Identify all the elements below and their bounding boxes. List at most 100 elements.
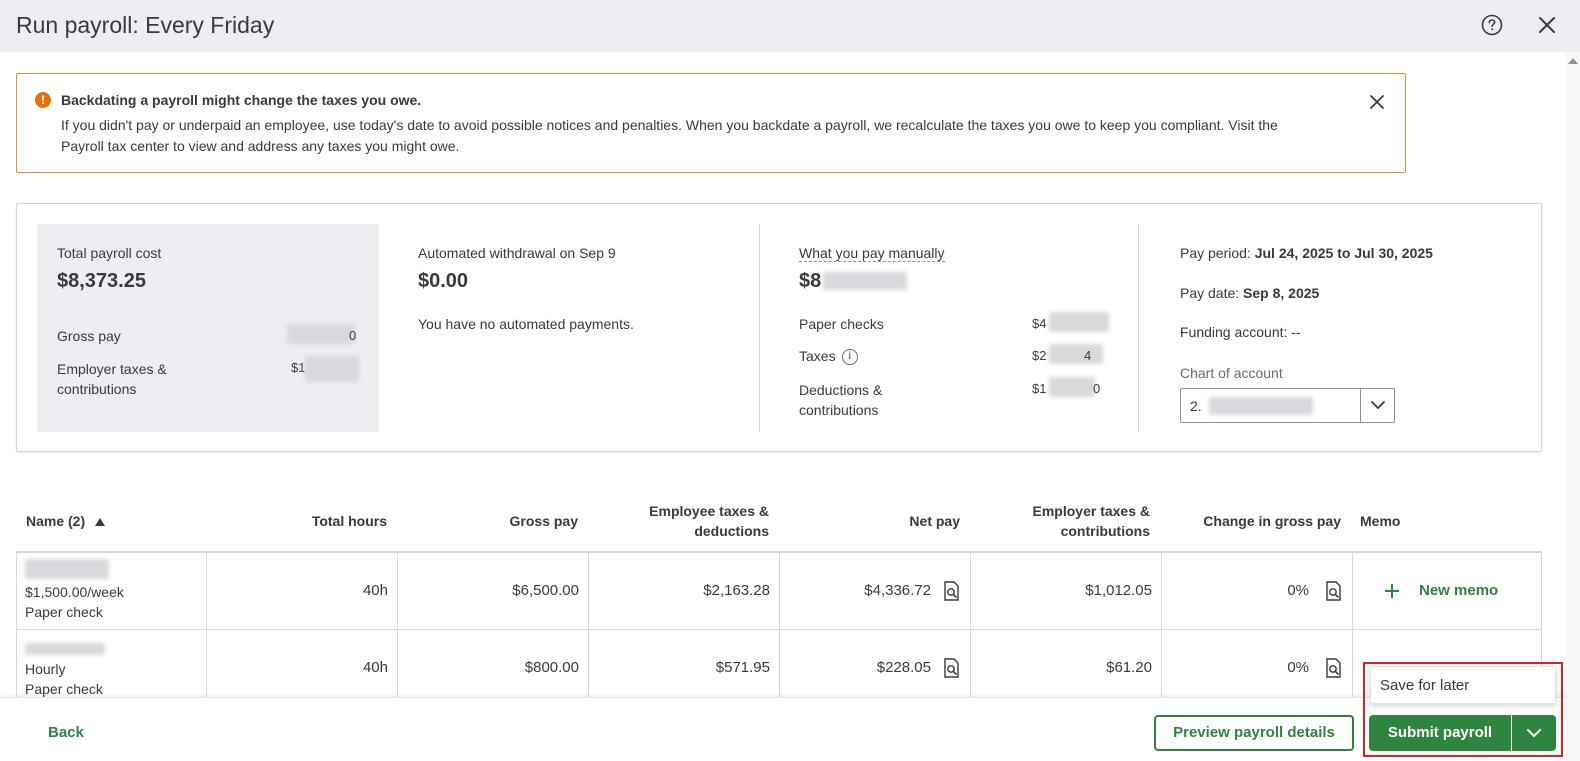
net-pay-value: $228.05: [876, 659, 931, 676]
memo-cell[interactable]: New memo: [1353, 553, 1542, 629]
redacted-value: [1049, 377, 1095, 397]
page-title: Run payroll: Every Friday: [16, 12, 275, 38]
warning-icon: !: [35, 92, 51, 108]
col-net-pay: Net pay: [909, 513, 960, 529]
gross-pay-label: Gross pay: [57, 328, 121, 344]
col-total-hours: Total hours: [311, 513, 387, 529]
taxes-value: $2: [1032, 348, 1047, 363]
employee-cell: $1,500.00/week Paper check: [17, 553, 207, 629]
paper-checks-label: Paper checks: [799, 316, 884, 332]
pay-method: Paper check: [25, 681, 103, 697]
col-memo: Memo: [1360, 513, 1401, 529]
col-employer-taxes: Employer taxes & contributions: [1033, 501, 1151, 541]
chevron-down-icon: [1371, 401, 1385, 410]
taxes-label: Taxes: [799, 348, 836, 364]
scrollbar[interactable]: [1566, 52, 1580, 761]
manual-pay-label[interactable]: What you pay manually: [799, 245, 945, 262]
close-icon[interactable]: [1535, 13, 1559, 37]
redacted-value: [287, 324, 355, 344]
divider: [1138, 224, 1139, 432]
redacted-name: [25, 559, 109, 579]
col-employee-taxes-line2: deductions: [694, 523, 769, 539]
table-row: Hourly Paper check 40h $800.00 $571.95 $…: [16, 630, 1542, 707]
view-details-icon[interactable]: [1324, 581, 1342, 601]
redacted-value: [1209, 397, 1313, 415]
redacted-value: [1049, 344, 1103, 364]
total-cost-label: Total payroll cost: [57, 245, 162, 261]
alert-title: Backdating a payroll might change the ta…: [61, 92, 422, 108]
taxes-value-tail: 4: [1084, 348, 1092, 363]
new-memo-link[interactable]: New memo: [1419, 582, 1498, 599]
pay-period: Pay period: Jul 24, 2025 to Jul 30, 2025: [1180, 245, 1433, 261]
col-employer-taxes-line2: contributions: [1060, 523, 1150, 539]
col-gross-pay: Gross pay: [509, 513, 578, 529]
pay-period-label: Pay period:: [1180, 245, 1251, 261]
scroll-up-arrow-icon[interactable]: [1568, 58, 1578, 64]
funding-account: Funding account: --: [1180, 324, 1301, 340]
chevron-down-icon: [1527, 729, 1541, 738]
change-value: 0%: [1287, 582, 1309, 599]
plus-icon: [1385, 584, 1399, 598]
col-change-gross: Change in gross pay: [1203, 513, 1341, 529]
preview-payroll-button[interactable]: Preview payroll details: [1154, 715, 1354, 751]
info-icon[interactable]: i: [841, 349, 858, 366]
gross-pay-value: $6,500.00: [512, 582, 579, 599]
hours-value: 40h: [362, 582, 388, 599]
sort-ascending-icon: [95, 518, 106, 526]
view-paystub-icon[interactable]: [942, 581, 960, 601]
chart-of-account-dropdown-button[interactable]: [1360, 389, 1394, 422]
chart-of-account-select[interactable]: 2.: [1180, 388, 1395, 423]
action-footer: Back Preview payroll details Submit payr…: [0, 697, 1566, 761]
col-name-header[interactable]: Name (2): [26, 511, 106, 531]
redacted-value: [1049, 312, 1109, 332]
save-for-later-option[interactable]: Save for later: [1380, 677, 1469, 694]
redacted-value: [823, 272, 907, 290]
manual-pay-value: $8: [799, 270, 822, 292]
employee-taxes-cell: $2,163.28: [589, 553, 780, 629]
col-employee-taxes-line1: Employee taxes &: [649, 503, 769, 519]
gross-pay-value: $800.00: [524, 659, 579, 676]
backdate-alert: ! Backdating a payroll might change the …: [16, 73, 1406, 173]
back-button[interactable]: Back: [48, 724, 84, 741]
employee-taxes-value: $2,163.28: [703, 582, 770, 599]
employer-taxes-label: Employer taxes & contributions: [57, 361, 167, 397]
deductions-label: Deductions & contributions: [799, 382, 883, 418]
pay-date: Pay date: Sep 8, 2025: [1180, 285, 1319, 301]
employer-taxes-cell: $1,012.05: [971, 553, 1162, 629]
hours-cell[interactable]: 40h: [207, 630, 398, 706]
submit-options-dropdown[interactable]: [1512, 715, 1556, 751]
help-icon[interactable]: [1481, 14, 1503, 36]
view-details-icon[interactable]: [1324, 658, 1342, 678]
employer-taxes-value: $1,012.05: [1085, 582, 1152, 599]
chart-of-account-label: Chart of account: [1180, 365, 1283, 381]
change-value: 0%: [1287, 659, 1309, 676]
pay-rate: Hourly: [25, 661, 66, 677]
employee-taxes-value: $571.95: [715, 659, 770, 676]
redacted-name: [25, 643, 105, 655]
table-row: $1,500.00/week Paper check 40h $6,500.00…: [16, 553, 1542, 630]
change-gross-cell: 0%: [1162, 553, 1353, 629]
employee-cell: Hourly Paper check: [17, 630, 207, 706]
pay-method: Paper check: [25, 604, 103, 620]
submit-options-menu: Save for later: [1370, 666, 1556, 704]
employee-taxes-cell: $571.95: [589, 630, 780, 706]
deductions-value-tail: 0: [1093, 381, 1101, 396]
employer-taxes-value: $61.20: [1106, 659, 1152, 676]
net-pay-cell: $228.05: [780, 630, 971, 706]
submit-payroll-button[interactable]: Submit payroll: [1369, 715, 1511, 751]
net-pay-value: $4,336.72: [864, 582, 931, 599]
total-cost-value: $8,373.25: [57, 270, 146, 292]
alert-body: If you didn't pay or underpaid an employ…: [61, 117, 1278, 154]
col-employee-taxes: Employee taxes & deductions: [649, 501, 769, 541]
alert-close-icon[interactable]: [1369, 94, 1385, 110]
paper-checks-value: $4: [1032, 316, 1047, 331]
net-pay-cell: $4,336.72: [780, 553, 971, 629]
pay-date-value: Sep 8, 2025: [1243, 285, 1320, 301]
total-cost-panel: Total payroll cost $8,373.25 Gross pay 0…: [37, 224, 379, 432]
pay-date-label: Pay date:: [1180, 285, 1240, 301]
hours-cell[interactable]: 40h: [207, 553, 398, 629]
deductions-value: $1: [1032, 381, 1047, 396]
col-name-label: Name (2): [26, 513, 86, 529]
modal-header: Run payroll: Every Friday: [0, 0, 1580, 52]
view-paystub-icon[interactable]: [942, 658, 960, 678]
